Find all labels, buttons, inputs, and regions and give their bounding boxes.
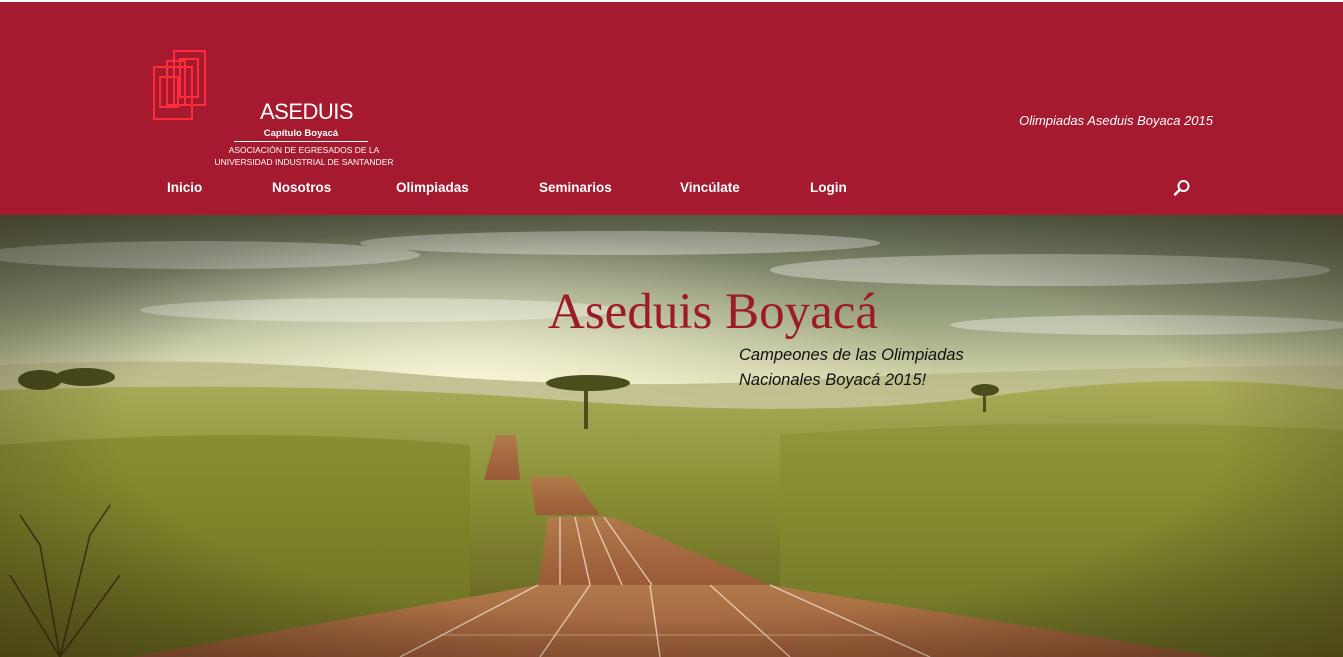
search-icon [1173, 180, 1190, 196]
nav-item-inicio[interactable]: Inicio [167, 178, 202, 198]
hero-subtitle-line-2: Nacionales Boyacá 2015! [739, 371, 927, 389]
hero-subtitle: Campeones de las Olimpiadas Nacionales B… [739, 343, 1009, 393]
brand-name: ASEDUIS [260, 99, 354, 124]
hero-title: Aseduis Boyacá [548, 284, 879, 340]
hero-background-image [0, 215, 1343, 657]
logo-mark-icon [153, 50, 206, 120]
nav-item-seminarios[interactable]: Seminarios [539, 178, 612, 198]
site-logo[interactable]: ASEDUIS Capítulo Boyacá ASOCIACIÓN DE EG… [153, 49, 403, 167]
brand-chapter: Capítulo Boyacá [234, 129, 368, 142]
hero-subtitle-line-1: Campeones de las Olimpiadas [739, 346, 964, 364]
brand-tagline-line-1: ASOCIACIÓN DE EGRESADOS DE LA [228, 145, 380, 155]
hero-banner: Aseduis Boyacá Campeones de las Olimpiad… [0, 215, 1343, 657]
header-tagline: Olimpiadas Aseduis Boyaca 2015 [1019, 113, 1213, 128]
nav-item-login[interactable]: Login [810, 178, 847, 198]
brand-tagline-line-2: UNIVERSIDAD INDUSTRIAL DE SANTANDER [214, 157, 394, 167]
page: ASEDUIS Capítulo Boyacá ASOCIACIÓN DE EG… [0, 0, 1343, 657]
search-button[interactable] [1172, 178, 1192, 198]
nav-item-olimpiadas[interactable]: Olimpiadas [396, 178, 469, 198]
nav-item-nosotros[interactable]: Nosotros [272, 178, 331, 198]
nav-item-vinculate[interactable]: Vincúlate [680, 178, 740, 198]
brand-tagline: ASOCIACIÓN DE EGRESADOS DE LA UNIVERSIDA… [211, 144, 397, 168]
main-nav: Inicio Nosotros Olimpiadas Seminarios Vi… [0, 178, 1343, 200]
